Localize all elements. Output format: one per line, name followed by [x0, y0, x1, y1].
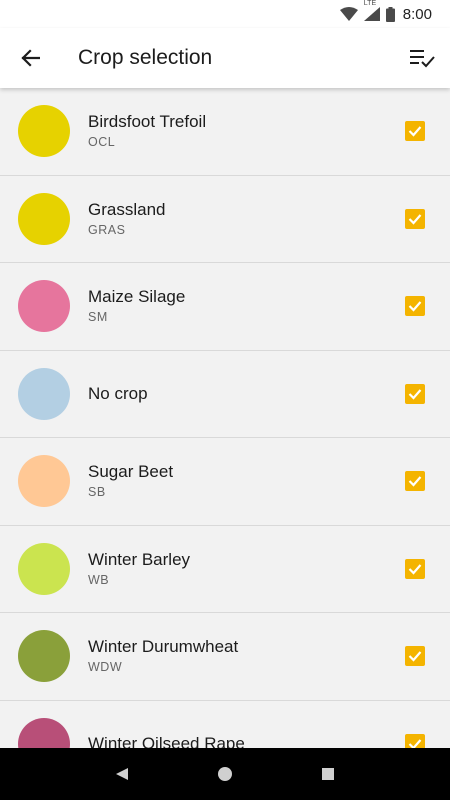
crop-name: Winter Barley	[88, 549, 191, 569]
nav-recents-button[interactable]	[308, 754, 348, 794]
crop-code: SM	[88, 310, 108, 324]
crop-name: Birdsfoot Trefoil	[88, 112, 207, 131]
crop-color-swatch	[18, 192, 70, 245]
crop-text: Sugar Beet SB	[88, 438, 173, 524]
crop-row[interactable]: Sugar Beet SB	[0, 438, 450, 526]
crop-name: Maize Silage	[88, 287, 186, 306]
crop-checkbox[interactable]	[405, 646, 425, 666]
crop-text: Grassland GRAS	[88, 176, 165, 262]
crop-checkbox[interactable]	[405, 383, 425, 404]
crop-checkbox[interactable]	[405, 733, 425, 748]
crop-text: No crop	[88, 351, 148, 437]
crop-list: Birdsfoot Trefoil OCL Grassland GRAS Maize S…	[0, 88, 450, 748]
checkmark-icon	[408, 126, 422, 137]
crop-color-swatch	[18, 542, 70, 595]
app-bar: Crop selection	[0, 28, 450, 88]
crop-row[interactable]: No crop	[0, 351, 450, 438]
select-all-button[interactable]	[394, 28, 450, 88]
crop-row[interactable]: Winter Barley WB	[0, 526, 450, 613]
crop-row[interactable]: Grassland GRAS	[0, 176, 450, 263]
crop-code: GRAS	[88, 222, 126, 237]
crop-row[interactable]: Winter Durumwheat WDW	[0, 613, 450, 701]
crop-name: Grassland	[88, 199, 166, 219]
page-title: Crop selection	[78, 46, 213, 69]
status-time: 8:00	[402, 5, 432, 23]
checkmark-icon	[408, 476, 422, 487]
crop-text: Winter Durumwheat WDW	[88, 613, 238, 699]
crop-color-swatch	[18, 630, 70, 682]
crop-row[interactable]: Maize Silage SM	[0, 263, 450, 351]
list-check-icon	[410, 50, 435, 68]
checkmark-icon	[408, 388, 422, 400]
crop-checkbox[interactable]	[405, 558, 425, 579]
crop-name: Sugar Beet	[88, 462, 174, 481]
lte-signal-icon: LTE	[363, 0, 380, 21]
crop-checkbox[interactable]	[405, 121, 425, 141]
crop-color-swatch	[18, 105, 70, 157]
crop-text: Maize Silage SM	[88, 263, 185, 349]
checkmark-icon	[408, 651, 422, 662]
back-button[interactable]	[0, 28, 60, 88]
nav-recents-square-icon	[322, 768, 335, 780]
crop-color-swatch	[18, 367, 70, 420]
crop-code: WDW	[88, 660, 123, 674]
crop-code: OCL	[88, 135, 116, 149]
checkmark-icon	[408, 301, 422, 312]
status-bar: LTE 8:00	[0, 0, 450, 28]
crop-row[interactable]: Winter Oilseed Rape	[0, 701, 450, 749]
network-label: LTE	[363, 0, 377, 7]
crop-color-swatch	[18, 280, 70, 332]
checkmark-icon	[408, 738, 422, 748]
nav-home-button[interactable]	[205, 754, 245, 794]
crop-checkbox[interactable]	[405, 296, 425, 316]
checkmark-icon	[408, 213, 422, 225]
crop-checkbox[interactable]	[405, 208, 425, 229]
nav-back-triangle-icon	[115, 768, 128, 780]
crop-code: WB	[88, 572, 110, 587]
crop-checkbox[interactable]	[405, 471, 425, 491]
crop-color-swatch	[18, 455, 70, 507]
screen: LTE 8:00 Crop selection Birdsfoot Trefoi…	[0, 0, 450, 800]
nav-home-circle-icon	[217, 767, 232, 781]
crop-text: Winter Barley WB	[88, 526, 190, 612]
navigation-bar	[0, 748, 450, 800]
crop-text: Winter Oilseed Rape	[88, 701, 245, 749]
crop-name: Winter Durumwheat	[88, 637, 239, 656]
crop-name: Winter Oilseed Rape	[88, 733, 245, 749]
crop-text: Birdsfoot Trefoil OCL	[88, 88, 206, 174]
arrow-back-icon	[21, 49, 40, 67]
crop-code: SB	[88, 485, 106, 499]
crop-name: No crop	[88, 383, 148, 403]
crop-row[interactable]: Birdsfoot Trefoil OCL	[0, 88, 450, 176]
nav-back-button[interactable]	[102, 754, 142, 794]
crop-color-swatch	[18, 717, 70, 748]
checkmark-icon	[408, 563, 422, 575]
wifi-icon	[339, 7, 358, 21]
battery-icon	[385, 6, 395, 22]
